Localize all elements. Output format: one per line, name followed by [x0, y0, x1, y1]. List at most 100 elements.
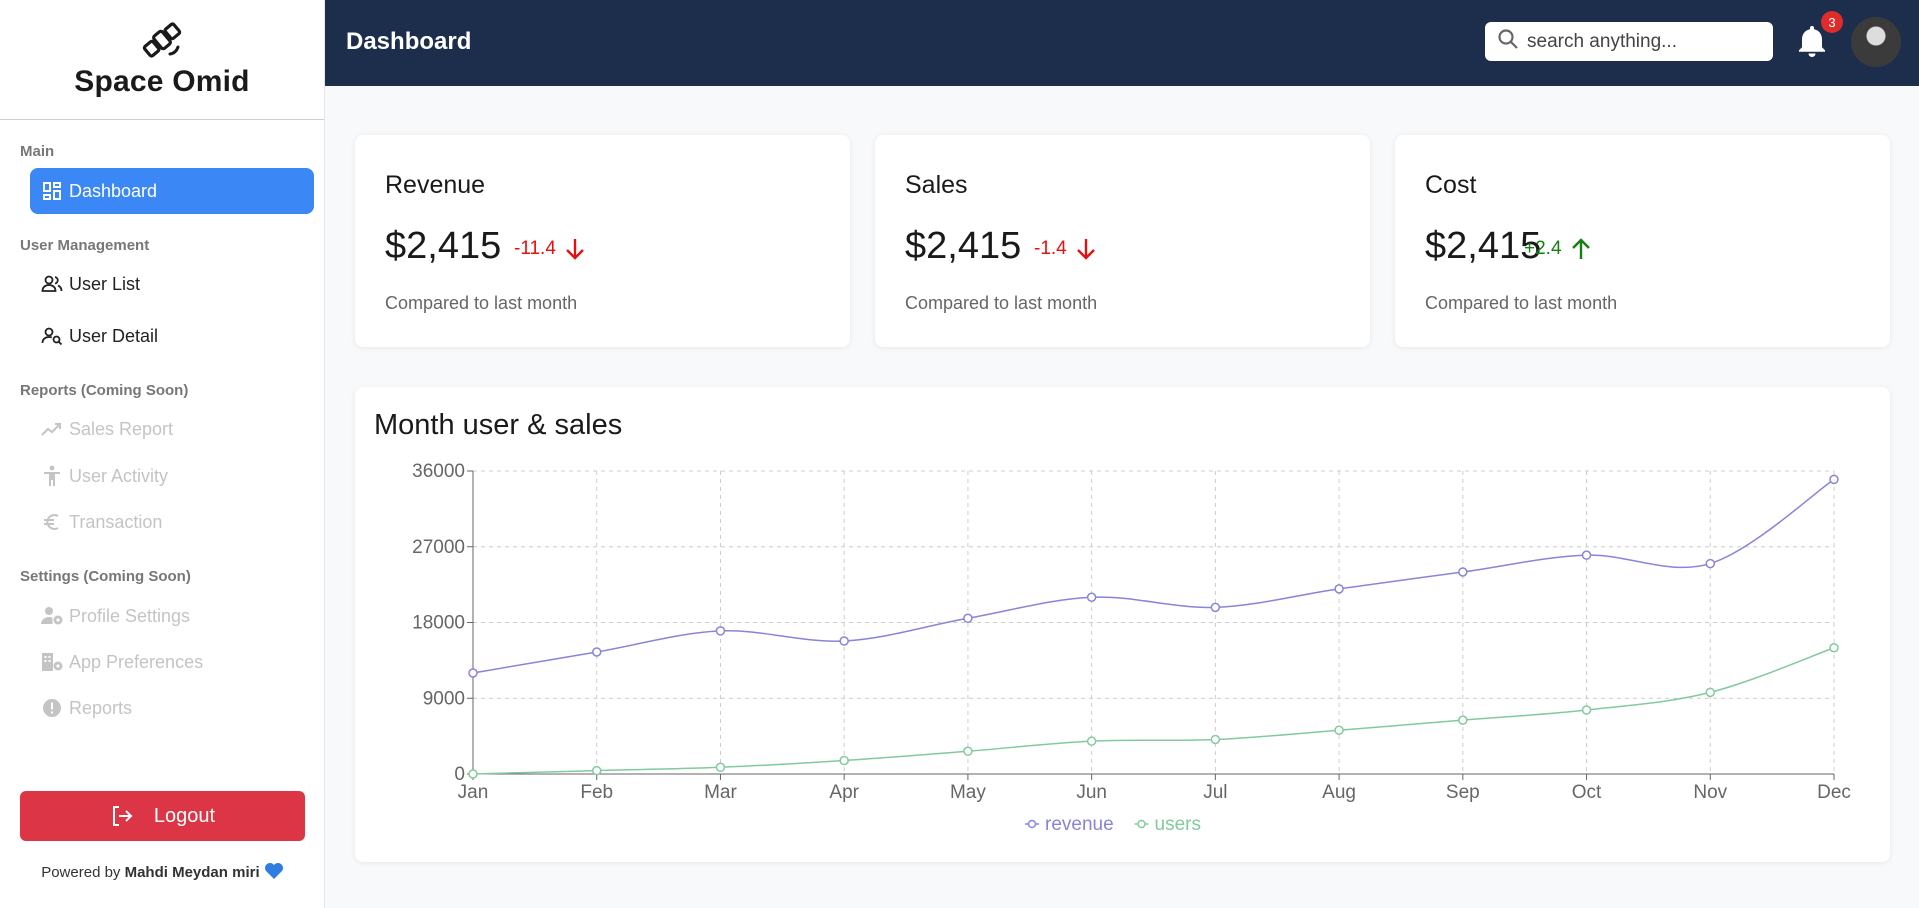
logout-label: Logout: [153, 804, 216, 827]
x-tick-label: May: [950, 782, 986, 803]
section-title-user-management: User Management: [20, 237, 150, 254]
data-point-users: [1581, 705, 1592, 715]
data-point-users: [1705, 687, 1716, 698]
x-tick-label: Feb: [580, 782, 613, 803]
page-title: Dashboard: [346, 28, 472, 55]
sidebar-item-dashboard[interactable]: Dashboard: [30, 168, 314, 214]
x-tick-label: Oct: [1572, 782, 1602, 803]
data-point-revenue: [468, 668, 478, 678]
arrow-down-icon: [1075, 237, 1097, 261]
legend-marker-revenue: [1027, 819, 1037, 829]
data-point-users: [1210, 734, 1221, 745]
sidebar-item-app-preferences[interactable]: App Preferences: [30, 639, 314, 685]
data-point-users: [468, 769, 478, 779]
stat-change: -1.4: [1034, 237, 1097, 261]
alert-circle-icon: [41, 697, 63, 719]
sidebar-item-user-detail[interactable]: User Detail: [30, 313, 314, 359]
stat-title: Sales: [905, 171, 968, 199]
stat-subtitle: Compared to last month: [905, 293, 1098, 313]
legend-label-users: users: [1155, 814, 1201, 835]
sidebar-item-label: Sales Report: [69, 418, 174, 439]
data-point-revenue: [1581, 550, 1592, 560]
sidebar-item-user-activity[interactable]: User Activity: [30, 453, 314, 499]
stat-title: Cost: [1425, 171, 1477, 199]
heart-icon: [264, 863, 284, 881]
arrow-up-icon: [1570, 237, 1592, 261]
stat-card-cost: Cost $2,415 +2.4 Compared to last month: [1395, 135, 1890, 347]
stat-change: +2.4: [1524, 237, 1592, 261]
sidebar-item-label: Reports: [69, 697, 133, 718]
notification-badge: 3: [1821, 11, 1843, 33]
sidebar-item-label: App Preferences: [69, 651, 204, 672]
author-name: Mahdi Meydan miri: [124, 864, 260, 881]
search-input[interactable]: [1527, 30, 1757, 53]
sidebar-item-label: User Detail: [69, 325, 159, 346]
data-point-revenue: [1829, 474, 1839, 485]
x-tick-label: Jul: [1203, 782, 1227, 803]
sidebar-item-user-list[interactable]: User List: [30, 261, 314, 307]
legend-label-revenue: revenue: [1045, 814, 1114, 835]
stat-subtitle: Compared to last month: [385, 293, 578, 313]
top-header: Dashboard 3: [325, 0, 1919, 86]
data-point-revenue: [1086, 592, 1097, 602]
data-point-revenue: [715, 626, 726, 636]
data-point-revenue: [1334, 584, 1344, 594]
sidebar: Space Omid Main Dashboard User Managemen…: [0, 0, 325, 908]
data-point-users: [839, 755, 849, 766]
chart-card: Month user & sales 0 9000 18000 27000 36000 J…: [355, 387, 1890, 862]
dashboard-icon: [41, 180, 63, 202]
x-tick-label: Apr: [829, 782, 859, 803]
satellite-icon: [139, 17, 185, 63]
users-icon: [41, 273, 63, 295]
trending-up-icon: [41, 418, 63, 440]
y-tick-label: 36000: [412, 461, 465, 482]
data-point-revenue: [591, 647, 602, 657]
data-point-users: [1458, 715, 1468, 725]
bell-icon[interactable]: [1797, 24, 1827, 63]
data-point-revenue: [1458, 567, 1468, 577]
data-point-users: [963, 746, 973, 757]
arrow-down-icon: [564, 237, 586, 261]
data-point-users: [1829, 643, 1839, 653]
sidebar-item-label: User Activity: [69, 465, 169, 486]
x-tick-label: Sep: [1446, 782, 1480, 803]
section-title-main: Main: [20, 143, 55, 160]
stat-card-sales: Sales $2,415 -1.4 Compared to last month: [875, 135, 1370, 347]
x-tick-label: Nov: [1693, 782, 1727, 803]
accessibility-icon: [41, 465, 63, 487]
brand-name: Space Omid: [74, 64, 250, 98]
data-point-users: [591, 765, 602, 776]
search-box[interactable]: [1485, 22, 1773, 61]
stat-value: $2,415: [385, 225, 502, 267]
data-point-users: [715, 762, 726, 773]
x-tick-label: Aug: [1322, 782, 1356, 803]
y-tick-label: 27000: [412, 537, 465, 558]
sidebar-item-sales-report[interactable]: Sales Report: [30, 406, 314, 452]
avatar[interactable]: [1851, 17, 1901, 67]
y-tick-label: 9000: [423, 688, 465, 709]
search-icon: [1497, 28, 1519, 55]
sidebar-item-transaction[interactable]: Transaction: [30, 499, 314, 545]
powered-by: Powered by Mahdi Meydan miri: [0, 862, 325, 881]
section-title-settings: Settings (Coming Soon): [20, 568, 191, 585]
euro-icon: [41, 511, 63, 533]
section-title-reports: Reports (Coming Soon): [20, 382, 189, 399]
data-point-revenue: [963, 613, 973, 624]
line-chart: 09000180002700036000Jan Feb Mar Apr May Jun Ju…: [412, 461, 1851, 835]
sidebar-item-profile-settings[interactable]: Profile Settings: [30, 593, 314, 639]
sidebar-item-reports[interactable]: Reports: [30, 685, 314, 731]
data-point-revenue: [839, 636, 849, 646]
user-gear-icon: [41, 605, 63, 627]
user-search-icon: [41, 325, 63, 347]
building-gear-icon: [41, 651, 63, 673]
x-tick-label: Jan: [458, 782, 489, 803]
sidebar-item-label: User List: [69, 273, 141, 294]
stat-value: $2,415: [905, 225, 1022, 267]
series-line-revenue: [472, 478, 1835, 674]
stat-card-revenue: Revenue $2,415 -11.4 Compared to last mo…: [355, 135, 850, 347]
x-tick-label: Mar: [704, 782, 737, 803]
brand[interactable]: Space Omid: [0, 0, 324, 120]
data-point-users: [1086, 736, 1097, 746]
logout-button[interactable]: Logout: [20, 791, 305, 841]
data-point-users: [1334, 725, 1344, 735]
